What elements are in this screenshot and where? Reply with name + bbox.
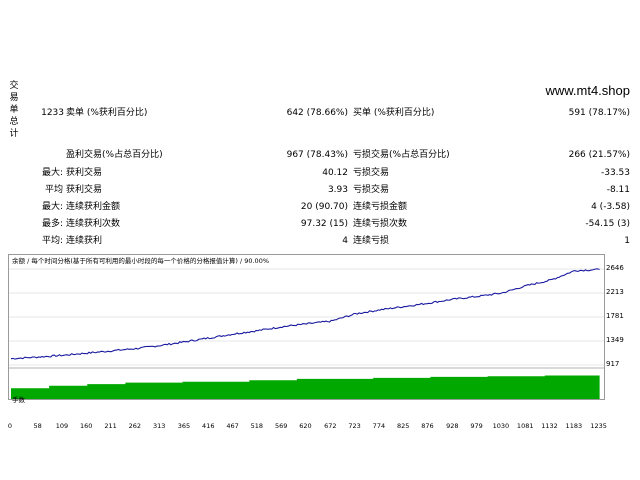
- x-tick-label: 1132: [541, 422, 558, 430]
- max-consec-wins-amount-value: 20 (90.70): [300, 202, 348, 212]
- x-tick-label: 672: [324, 422, 337, 430]
- max-consec-losses-amount-value: 4 (-3.58): [591, 202, 630, 212]
- largest-profit-value: 40.12: [322, 168, 348, 178]
- x-tick-label: 876: [421, 422, 434, 430]
- buy-orders-label: 买单 (%获利百分比): [353, 108, 435, 118]
- x-tick-label: 518: [250, 422, 264, 430]
- stats-row-profit-loss: 盈利交易(%占总百分比) 967 (78.43%) 亏损交易(%占总百分比) 2…: [0, 147, 640, 164]
- x-tick-label: 1235: [590, 422, 607, 430]
- loss-trades-value: 266 (21.57%): [568, 150, 630, 160]
- avg-consec-losses-label: 连续亏损: [353, 236, 390, 246]
- average-prefix: 平均: [44, 185, 63, 195]
- max-consecutive-prefix: 最大:: [41, 202, 63, 212]
- volume-area: [11, 375, 600, 399]
- sell-orders-value: 642 (78.66%): [286, 108, 348, 118]
- loss-trades-label: 亏损交易(%占总百分比): [353, 150, 450, 160]
- most-consecutive-prefix: 最多:: [41, 219, 63, 229]
- max-consec-wins-amount-label: 连续获利金额: [66, 202, 121, 212]
- average-loss-label: 亏损交易: [353, 185, 390, 195]
- chart-plot-area: 余额 / 每个时间分格(基于所有可利用的最小时段的每一个价格的分格报值计算) /…: [8, 254, 605, 404]
- average-profit-label: 获利交易: [66, 185, 103, 195]
- x-tick-label: 58: [33, 422, 42, 430]
- max-consec-wins-count-value: 97.32 (15): [300, 219, 348, 229]
- avg-consec-wins-value: 4: [342, 236, 348, 246]
- x-tick-label: 979: [470, 422, 483, 430]
- x-tick-label: 723: [348, 422, 361, 430]
- x-tick-label: 1081: [516, 422, 534, 430]
- x-tick-label: 109: [55, 422, 69, 430]
- max-consec-losses-amount-label: 连续亏损金额: [353, 202, 408, 212]
- volume-label: 手数: [12, 396, 25, 404]
- average-profit-value: 3.93: [327, 185, 348, 195]
- x-tick-label: 0: [7, 422, 13, 430]
- avg-consec-losses-value: 1: [624, 236, 630, 246]
- x-tick-label: 1030: [492, 422, 510, 430]
- average-loss-value: -8.11: [606, 185, 630, 195]
- x-tick-label: 928: [446, 422, 459, 430]
- stats-row-orders: 1233 卖单 (%获利百分比) 642 (78.66%) 买单 (%获利百分比…: [0, 105, 640, 122]
- x-tick-label: 825: [396, 422, 410, 430]
- x-tick-label: 569: [274, 422, 288, 430]
- largest-prefix: 最大:: [41, 168, 63, 178]
- y-tick-label: 1781: [606, 312, 624, 320]
- largest-loss-label: 亏损交易: [353, 168, 390, 178]
- profit-trades-value: 967 (78.43%): [286, 150, 348, 160]
- avg-consec-wins-label: 连续获利: [66, 236, 103, 246]
- x-tick-label: 1183: [565, 422, 583, 430]
- x-tick-label: 160: [80, 422, 93, 430]
- x-tick-label: 313: [152, 422, 166, 430]
- total-trades-value: 1233: [41, 108, 64, 118]
- y-tick-label: 2646: [606, 264, 624, 272]
- stats-row-avg-consecutive: 平均: 连续获利 4 连续亏损 1: [0, 233, 640, 250]
- x-tick-label: 774: [372, 422, 386, 430]
- stats-row-average: 平均 获利交易 3.93 亏损交易 -8.11: [0, 182, 640, 199]
- chart-title: 余额 / 每个时间分格(基于所有可利用的最小时段的每一个价格的分格报值计算) /…: [12, 257, 270, 265]
- stats-row-largest: 最大: 获利交易 40.12 亏损交易 -33.53: [0, 165, 640, 182]
- avg-consecutive-prefix: 平均:: [41, 236, 63, 246]
- chart-svg: [9, 268, 604, 399]
- largest-loss-value: -33.53: [600, 168, 630, 178]
- x-tick-label: 467: [226, 422, 239, 430]
- largest-profit-label: 获利交易: [66, 168, 103, 178]
- x-tick-label: 262: [128, 422, 142, 430]
- watermark: www.mt4.shop: [545, 83, 630, 98]
- x-tick-label: 620: [299, 422, 312, 430]
- y-tick-label: 917: [606, 360, 620, 368]
- balance-line: [10, 268, 600, 360]
- max-consec-losses-count-value: -54.15 (3): [585, 219, 630, 229]
- y-tick-label: 1349: [606, 336, 624, 344]
- sell-orders-label: 卖单 (%获利百分比): [66, 108, 148, 118]
- max-consec-wins-count-label: 连续获利次数: [66, 219, 121, 229]
- profit-trades-label: 盈利交易(%占总百分比): [66, 150, 163, 160]
- stats-row-max-consecutive: 最大: 连续获利金额 20 (90.70) 连续亏损金额 4 (-3.58): [0, 199, 640, 216]
- y-tick-label: 2213: [606, 288, 624, 296]
- stats-row-most-consecutive: 最多: 连续获利次数 97.32 (15) 连续亏损次数 -54.15 (3): [0, 216, 640, 233]
- balance-chart: 余额 / 每个时间分格(基于所有可利用的最小时段的每一个价格的分格报值计算) /…: [8, 254, 632, 432]
- x-tick-label: 365: [177, 422, 191, 430]
- max-consec-losses-count-label: 连续亏损次数: [353, 219, 408, 229]
- buy-orders-value: 591 (78.17%): [568, 108, 630, 118]
- x-tick-label: 211: [104, 422, 117, 430]
- x-tick-label: 416: [202, 422, 215, 430]
